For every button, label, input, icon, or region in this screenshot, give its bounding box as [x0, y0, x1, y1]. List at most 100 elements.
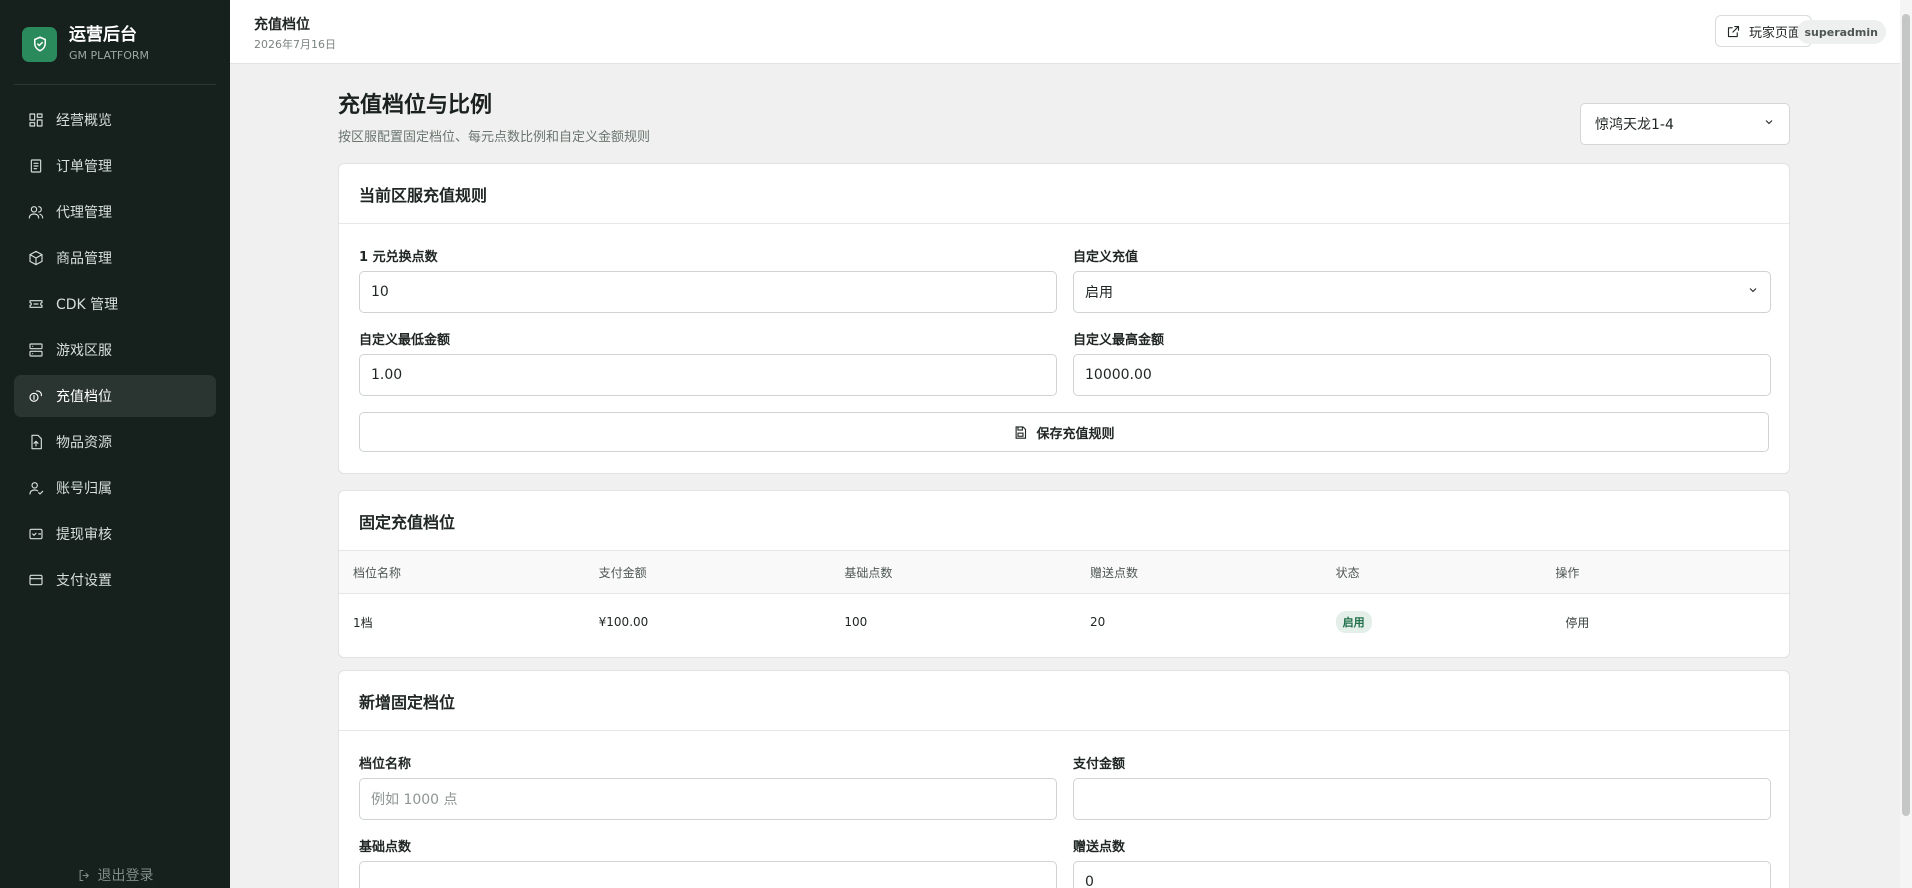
- sidebar-nav: 经营概览 订单管理 代理管理 商品管理 CDK 管理 游戏区服 充值档位 物品资…: [0, 99, 230, 601]
- ratio-field-group: 1 元兑换点数 10: [359, 246, 1057, 313]
- server-select[interactable]: 惊鸿天龙1-4: [1580, 103, 1790, 145]
- ratio-input[interactable]: 10: [359, 271, 1057, 313]
- rules-card-title: 当前区服充值规则: [339, 164, 1789, 224]
- column-header: 基础点数: [844, 565, 893, 580]
- user-badge[interactable]: superadmin: [1796, 20, 1886, 44]
- topbar: 充值档位 2026年7月16日 玩家页面 superadmin: [230, 0, 1900, 64]
- pay-amount-field-group: 支付金额: [1073, 753, 1771, 820]
- tiers-card: 固定充值档位 档位名称 支付金额 基础点数 赠送点数 状态 操作 1档 ¥100…: [338, 490, 1790, 658]
- tier-name-label: 档位名称: [359, 757, 412, 772]
- sidebar-item-payment[interactable]: 支付设置: [14, 559, 216, 601]
- min-field-group: 自定义最低金额 1.00: [359, 329, 1057, 396]
- sidebar-item-label: 代理管理: [56, 205, 112, 221]
- sidebar-item-recharge[interactable]: 充值档位: [14, 375, 216, 417]
- base-points-input[interactable]: [359, 861, 1057, 888]
- sidebar-item-label: 提现审核: [56, 527, 112, 543]
- server-icon: [27, 342, 44, 359]
- player-page-label: 玩家页面: [1748, 25, 1801, 41]
- sidebar-item-overview[interactable]: 经营概览: [14, 99, 216, 141]
- min-amount-input[interactable]: 1.00: [359, 354, 1057, 396]
- divider: [14, 84, 216, 85]
- custom-field-group: 自定义充值 启用: [1073, 246, 1771, 313]
- brand-title: 运营后台: [69, 25, 137, 45]
- column-header: 档位名称: [353, 565, 402, 580]
- min-amount-label: 自定义最低金额: [359, 333, 451, 348]
- shield-check-icon: [22, 26, 57, 62]
- logout-button[interactable]: 退出登录: [0, 865, 230, 885]
- sidebar-item-label: 商品管理: [56, 251, 112, 267]
- column-header: 支付金额: [598, 565, 647, 580]
- column-header: 操作: [1555, 565, 1580, 580]
- sidebar-item-orders[interactable]: 订单管理: [14, 145, 216, 187]
- scrollbar[interactable]: [1900, 0, 1912, 888]
- sidebar-item-products[interactable]: 商品管理: [14, 237, 216, 279]
- sidebar-item-servers[interactable]: 游戏区服: [14, 329, 216, 371]
- disable-tier-button[interactable]: 停用: [1555, 616, 1589, 630]
- sidebar-item-label: 游戏区服: [56, 343, 112, 359]
- sidebar-item-label: CDK 管理: [56, 297, 119, 313]
- custom-recharge-label: 自定义充值: [1073, 250, 1139, 265]
- tiers-card-title: 固定充值档位: [339, 491, 1789, 551]
- tier-amount-cell: ¥100.00: [598, 615, 649, 629]
- ticket-icon: [27, 296, 44, 313]
- dashboard-icon: [27, 112, 44, 129]
- column-header: 状态: [1335, 565, 1360, 580]
- sidebar-item-accounts[interactable]: 账号归属: [14, 467, 216, 509]
- sidebar-item-withdraw[interactable]: 提现审核: [14, 513, 216, 555]
- tier-name-field-group: 档位名称 例如 1000 点: [359, 753, 1057, 820]
- bonus-points-label: 赠送点数: [1073, 840, 1126, 855]
- document-icon: [27, 158, 44, 175]
- server-select-value: 惊鸿天龙1-4: [1595, 117, 1674, 133]
- sidebar: 运营后台 GM PLATFORM 经营概览 订单管理 代理管理 商品管理 CDK…: [0, 0, 230, 888]
- file-upload-icon: [27, 434, 44, 451]
- user-check-icon: [27, 480, 44, 497]
- chevron-down-icon: [1763, 116, 1775, 132]
- bonus-points-field-group: 赠送点数 0: [1073, 836, 1771, 888]
- sidebar-item-label: 支付设置: [56, 573, 112, 589]
- bonus-points-input[interactable]: 0: [1073, 861, 1771, 888]
- wallet-icon: [27, 526, 44, 543]
- max-amount-label: 自定义最高金额: [1073, 333, 1165, 348]
- page-description: 按区服配置固定档位、每元点数比例和自定义金额规则: [338, 130, 651, 145]
- scrollbar-thumb[interactable]: [1902, 14, 1910, 816]
- chevron-down-icon: [1747, 284, 1759, 300]
- page-title: 充值档位与比例: [338, 93, 493, 118]
- coins-icon: [27, 388, 44, 405]
- tier-name-cell: 1档: [353, 615, 373, 630]
- credit-card-icon: [27, 572, 44, 589]
- rules-form: 1 元兑换点数 10 自定义充值 启用 自定义最低金额 1.00 自定义最高金额…: [339, 224, 1789, 412]
- new-tier-card-title: 新增固定档位: [339, 671, 1789, 731]
- topbar-title: 充值档位: [254, 17, 310, 33]
- status-badge: 启用: [1335, 611, 1372, 633]
- custom-recharge-select[interactable]: 启用: [1073, 271, 1771, 313]
- main-content: 充值档位与比例 按区服配置固定档位、每元点数比例和自定义金额规则 惊鸿天龙1-4…: [230, 64, 1900, 888]
- package-icon: [27, 250, 44, 267]
- tier-bonus-cell: 20: [1089, 615, 1106, 629]
- pay-amount-input[interactable]: [1073, 778, 1771, 820]
- sidebar-item-label: 账号归属: [56, 481, 112, 497]
- save-icon: [1016, 425, 1027, 439]
- tier-status-cell: 启用: [1322, 611, 1542, 633]
- brand-subtitle: GM PLATFORM: [69, 49, 150, 62]
- new-tier-form: 档位名称 例如 1000 点 支付金额 基础点数 赠送点数 0: [339, 731, 1789, 888]
- page-header: 充值档位与比例 按区服配置固定档位、每元点数比例和自定义金额规则: [338, 92, 650, 145]
- table-row: 1档 ¥100.00 100 20 启用 停用: [339, 594, 1789, 650]
- new-tier-card: 新增固定档位 档位名称 例如 1000 点 支付金额 基础点数 赠送点数 0: [338, 670, 1790, 888]
- sidebar-item-items[interactable]: 物品资源: [14, 421, 216, 463]
- pay-amount-label: 支付金额: [1073, 757, 1126, 772]
- sidebar-item-agents[interactable]: 代理管理: [14, 191, 216, 233]
- column-header: 赠送点数: [1089, 565, 1138, 580]
- max-field-group: 自定义最高金额 10000.00: [1073, 329, 1771, 396]
- table-header: 档位名称 支付金额 基础点数 赠送点数 状态 操作: [339, 551, 1789, 594]
- sidebar-item-label: 充值档位: [56, 389, 112, 405]
- custom-recharge-value: 启用: [1085, 285, 1113, 301]
- sidebar-item-cdk[interactable]: CDK 管理: [14, 283, 216, 325]
- users-icon: [27, 204, 44, 221]
- brand: 运营后台 GM PLATFORM: [0, 0, 230, 84]
- tier-name-input[interactable]: 例如 1000 点: [359, 778, 1057, 820]
- max-amount-input[interactable]: 10000.00: [1073, 354, 1771, 396]
- tier-base-cell: 100: [844, 615, 868, 629]
- topbar-date: 2026年7月16日: [254, 38, 336, 51]
- tier-action-cell: 停用: [1541, 614, 1789, 631]
- save-rules-button[interactable]: 保存充值规则: [359, 412, 1769, 452]
